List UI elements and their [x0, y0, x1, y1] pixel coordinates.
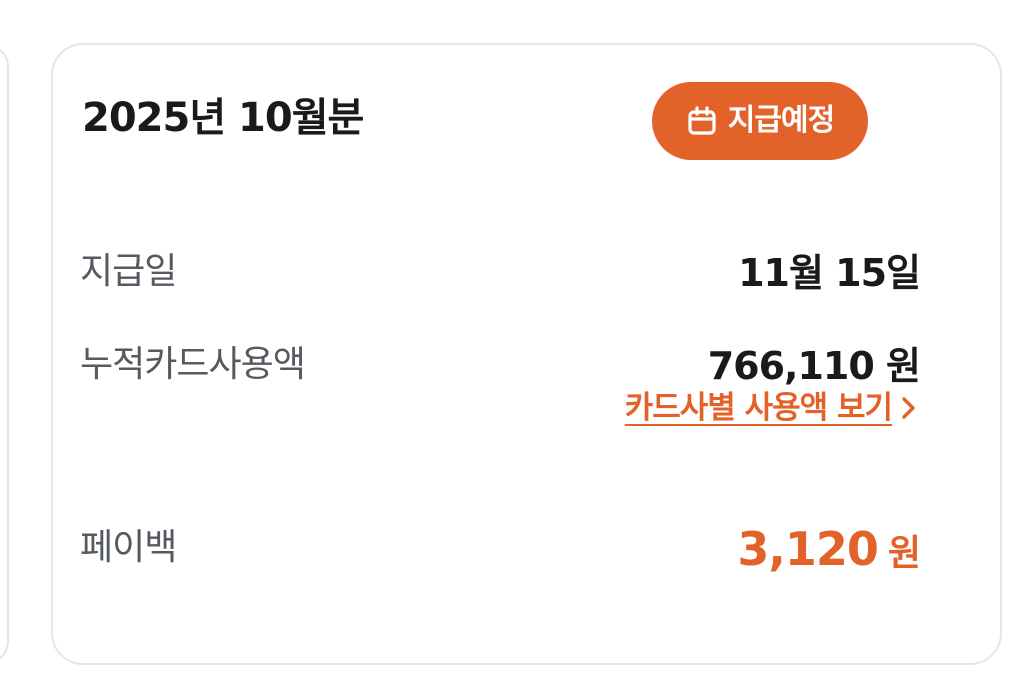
calendar-icon [688, 106, 716, 135]
previous-card-edge[interactable] [0, 43, 9, 665]
accumulated-card-usage-label: 누적카드사용액 [80, 344, 306, 385]
payback-value: 3,120 원 [737, 522, 921, 576]
card-title: 2025년 10월분 [82, 95, 364, 141]
payback-label: 페이백 [80, 527, 177, 568]
payback-unit: 원 [887, 533, 921, 574]
payback-amount: 3,120 [737, 522, 879, 576]
payment-date-label: 지급일 [80, 251, 177, 292]
view-usage-by-card-link[interactable]: 카드사별 사용액 보기 [625, 388, 920, 428]
accumulated-card-usage-value: 766,110 원 [707, 344, 921, 388]
status-badge-label: 지급예정 [727, 103, 835, 138]
payment-date-value: 11월 15일 [738, 251, 921, 295]
view-usage-by-card-label: 카드사별 사용액 보기 [624, 390, 893, 426]
status-badge: 지급예정 [652, 82, 868, 160]
chevron-right-icon [902, 397, 915, 419]
viewport: 2025년 10월분 지급예정 지급일 11월 15일 누적카드사용액 766,… [0, 0, 1026, 682]
